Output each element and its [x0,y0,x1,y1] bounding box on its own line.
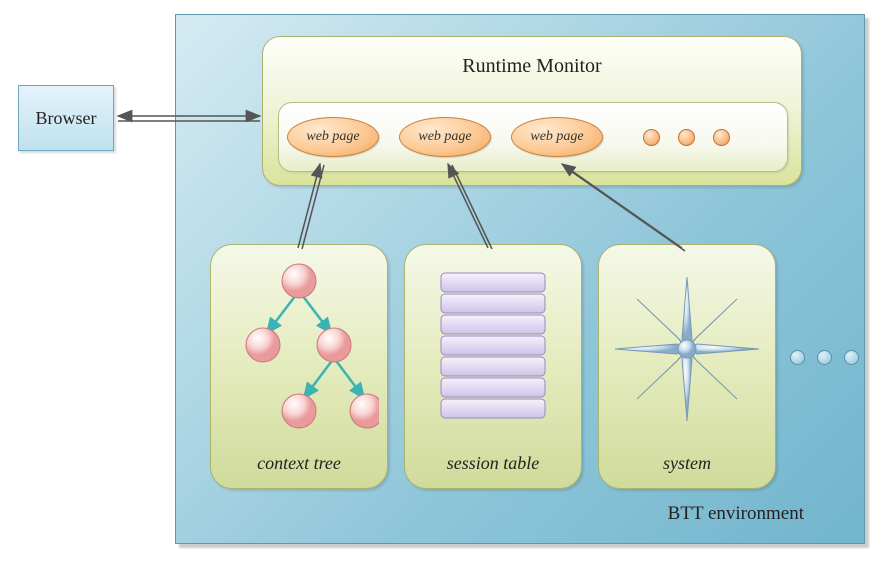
system-star-icon [607,259,767,439]
webpage-label: web page [306,129,359,145]
session-table-icon [423,263,563,443]
browser-label: Browser [36,108,97,129]
context-tree-label: context tree [257,453,341,474]
btt-environment-label: BTT environment [668,503,804,525]
webpage-ellipsis [643,129,730,146]
webpage-node: web page [287,117,379,157]
session-table-label: session table [447,453,540,474]
system-label: system [663,453,711,474]
session-table-box: session table [404,244,582,489]
system-box: system [598,244,776,489]
ellipsis-dot [713,129,730,146]
ellipsis-dot [790,350,805,365]
sections-ellipsis [790,350,859,365]
ellipsis-dot [678,129,695,146]
context-tree-icon [219,253,379,443]
webpage-label: web page [530,129,583,145]
ellipsis-dot [643,129,660,146]
runtime-monitor-title: Runtime Monitor [462,55,601,78]
runtime-monitor-box: Runtime Monitor web page web page web pa… [262,36,802,186]
ellipsis-dot [817,350,832,365]
ellipsis-dot [844,350,859,365]
browser-box: Browser [18,85,114,151]
webpage-node: web page [399,117,491,157]
webpage-label: web page [418,129,471,145]
webpage-node: web page [511,117,603,157]
webpage-row: web page web page web page [278,102,788,172]
context-tree-box: context tree [210,244,388,489]
